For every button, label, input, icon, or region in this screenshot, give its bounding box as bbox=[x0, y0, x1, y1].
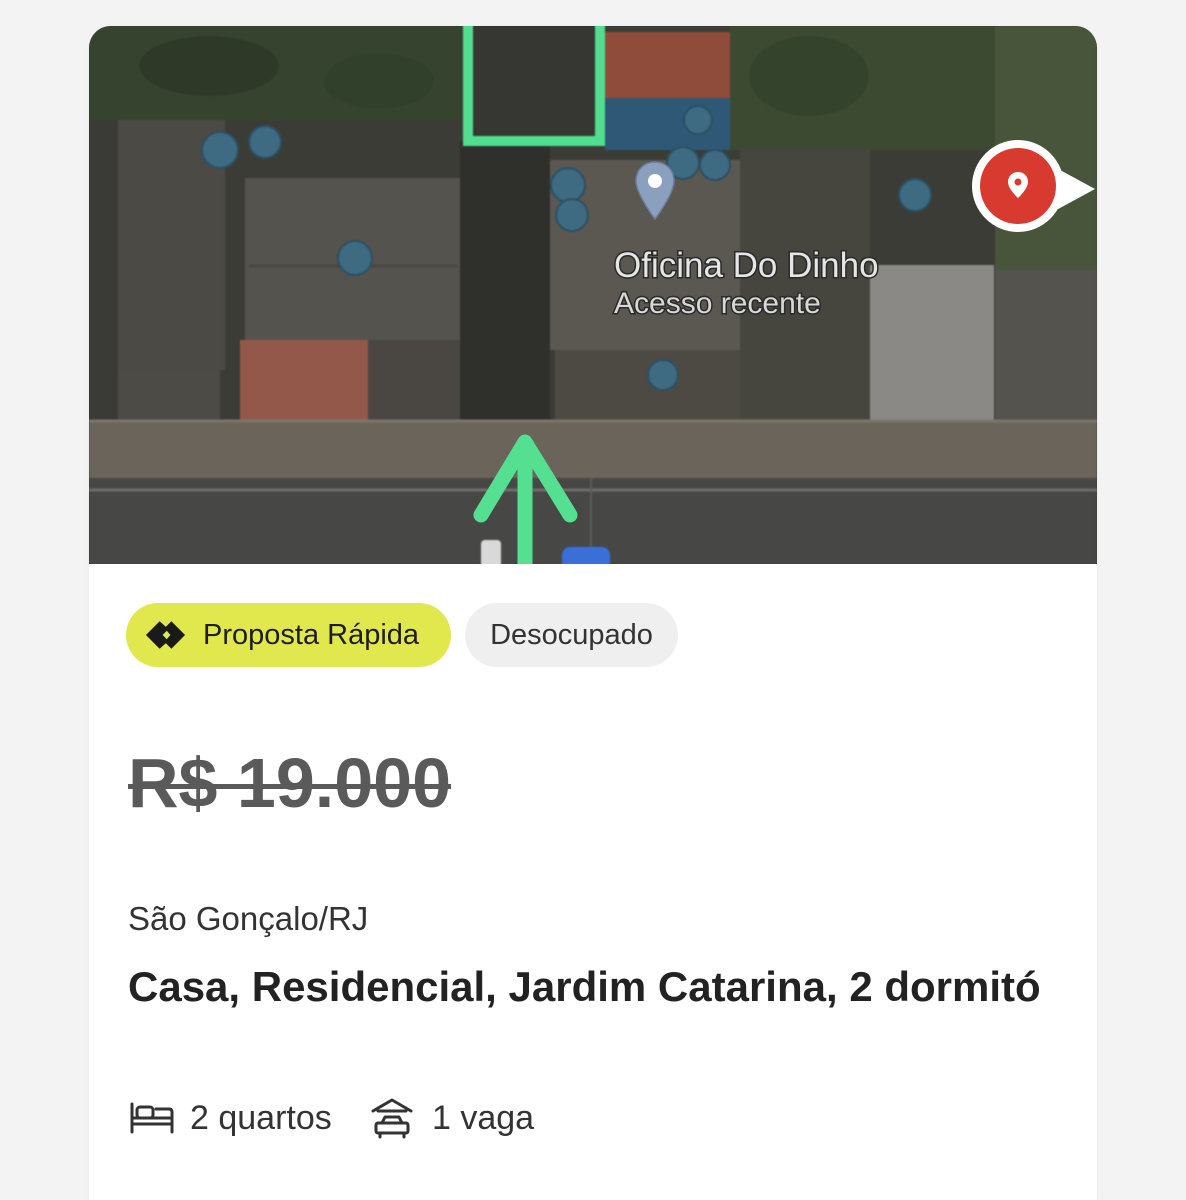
bedrooms-count: 2 quartos bbox=[190, 1099, 332, 1137]
map-water-tank bbox=[647, 359, 679, 391]
property-location: São Gonçalo/RJ bbox=[128, 900, 369, 937]
quick-offer-icon-left bbox=[145, 621, 169, 649]
map-roof bbox=[870, 265, 994, 420]
property-title[interactable]: Casa, Residencial, Jardim Catarina, 2 do… bbox=[128, 966, 1060, 1008]
quick-offer-icon-right bbox=[164, 621, 186, 649]
map-roof bbox=[555, 350, 740, 425]
quick-offer-icon bbox=[145, 621, 186, 649]
bed-icon bbox=[130, 1102, 174, 1134]
map-water-tank bbox=[555, 198, 589, 232]
map-roof bbox=[740, 150, 870, 420]
garage-car-body bbox=[374, 1121, 410, 1135]
map-tree bbox=[139, 36, 279, 96]
original-price: R$ 19.000 bbox=[128, 744, 452, 822]
vacant-label: Desocupado bbox=[490, 618, 653, 651]
map-sidewalk bbox=[89, 420, 1097, 478]
map-water-tank bbox=[337, 240, 373, 276]
map-tree bbox=[324, 53, 434, 109]
map-tree bbox=[749, 36, 869, 116]
property-card[interactable]: Oficina Do Dinho Acesso recente Proposta… bbox=[89, 26, 1097, 1200]
garage-icon bbox=[371, 1098, 413, 1139]
map-street-marker bbox=[481, 540, 501, 564]
map-water-tank bbox=[550, 167, 586, 203]
map-roof bbox=[605, 32, 730, 105]
map-water-tank bbox=[201, 131, 239, 169]
map-water-tank bbox=[699, 149, 731, 181]
map-water-tank bbox=[898, 178, 932, 212]
map-lot-highlight bbox=[463, 26, 605, 146]
map-roof bbox=[89, 120, 118, 420]
map-terrain bbox=[89, 26, 1097, 564]
map-place-subtitle: Acesso recente bbox=[614, 287, 821, 320]
vacant-badge: Desocupado bbox=[465, 603, 678, 667]
map-pin-dot bbox=[648, 174, 662, 188]
map-transit-icon bbox=[562, 547, 610, 564]
parking-count: 1 vaga bbox=[432, 1099, 535, 1137]
map-water-tank bbox=[248, 125, 282, 159]
quick-offer-label: Proposta Rápida bbox=[203, 618, 420, 651]
map-passage bbox=[460, 141, 550, 426]
map-roof bbox=[995, 270, 1097, 420]
map-water-tank bbox=[683, 105, 713, 135]
bed-pillow bbox=[135, 1105, 155, 1120]
aerial-map: Oficina Do Dinho Acesso recente bbox=[89, 26, 1097, 564]
quick-offer-badge: Proposta Rápida bbox=[126, 603, 451, 667]
map-place-name: Oficina Do Dinho bbox=[614, 246, 879, 285]
garage-roof bbox=[371, 1098, 413, 1113]
location-marker-glyph-dot bbox=[1014, 178, 1022, 186]
property-map-image[interactable]: Oficina Do Dinho Acesso recente bbox=[89, 26, 1097, 564]
